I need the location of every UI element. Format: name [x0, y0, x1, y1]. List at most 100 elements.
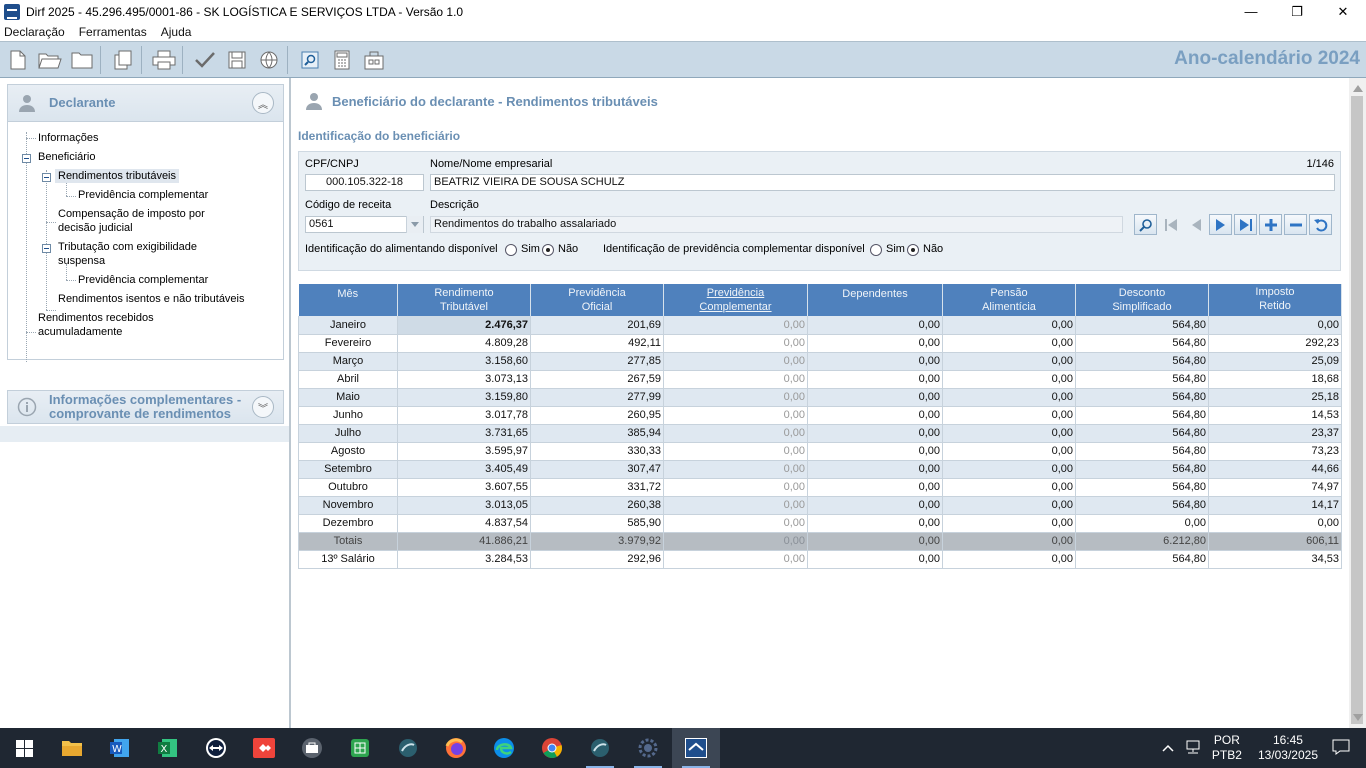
tree-item-previdencia-complementar-2[interactable]: Previdência complementar — [78, 273, 208, 287]
cell-pensao-alimenticia[interactable]: 0,00 — [942, 532, 1076, 551]
col-header-previdencia-complementar-link[interactable]: Previdência Complementar — [663, 284, 808, 316]
cpf-field[interactable]: 000.105.322-18 — [305, 174, 424, 191]
cell-desconto-simplificado[interactable]: 564,80 — [1075, 460, 1209, 479]
cell-previdencia-complementar[interactable]: 0,00 — [663, 370, 808, 389]
cell-previdencia-oficial[interactable]: 585,90 — [530, 514, 664, 533]
company-button[interactable] — [360, 46, 388, 74]
tree-item-rendimentos-tributaveis[interactable]: Rendimentos tributáveis — [55, 169, 180, 183]
taskbar-receita-app-2[interactable] — [576, 728, 624, 768]
cell-previdencia-oficial[interactable]: 277,85 — [530, 352, 664, 371]
notifications-button[interactable] — [1332, 739, 1350, 758]
expand-down-icon[interactable]: ︾ — [252, 396, 274, 418]
cell-imposto-retido[interactable]: 73,23 — [1208, 442, 1342, 461]
save-button[interactable] — [223, 46, 251, 74]
cell-dependentes[interactable]: 0,00 — [807, 550, 943, 569]
codigo-receita-select[interactable]: 0561 — [305, 216, 424, 233]
cell-rendimento-tributavel[interactable]: 3.405,49 — [397, 460, 531, 479]
cell-previdencia-oficial[interactable]: 292,96 — [530, 550, 664, 569]
taskbar-clock[interactable]: 16:45 13/03/2025 — [1258, 733, 1318, 763]
previdencia-sim-radio[interactable] — [870, 244, 882, 256]
cell-desconto-simplificado[interactable]: 564,80 — [1075, 478, 1209, 497]
cell-dependentes[interactable]: 0,00 — [807, 514, 943, 533]
cell-previdencia-oficial[interactable]: 260,95 — [530, 406, 664, 425]
tree-collapse-icon[interactable] — [42, 173, 51, 182]
taskbar-edge[interactable] — [480, 728, 528, 768]
cell-previdencia-complementar[interactable]: 0,00 — [663, 550, 808, 569]
cell-previdencia-oficial[interactable]: 3.979,92 — [530, 532, 664, 551]
cell-previdencia-oficial[interactable]: 330,33 — [530, 442, 664, 461]
cell-desconto-simplificado[interactable]: 564,80 — [1075, 424, 1209, 443]
cell-pensao-alimenticia[interactable]: 0,00 — [942, 370, 1076, 389]
open-declaration-button[interactable] — [36, 46, 64, 74]
cell-desconto-simplificado[interactable]: 564,80 — [1075, 550, 1209, 569]
cell-previdencia-oficial[interactable]: 277,99 — [530, 388, 664, 407]
cell-previdencia-oficial[interactable]: 331,72 — [530, 478, 664, 497]
cell-pensao-alimenticia[interactable]: 0,00 — [942, 514, 1076, 533]
start-button[interactable] — [0, 728, 48, 768]
tree-collapse-icon[interactable] — [22, 154, 31, 163]
nome-field[interactable]: BEATRIZ VIEIRA DE SOUSA SCHULZ — [430, 174, 1335, 191]
cell-pensao-alimenticia[interactable]: 0,00 — [942, 424, 1076, 443]
cell-rendimento-tributavel[interactable]: 3.158,60 — [397, 352, 531, 371]
cell-rendimento-tributavel[interactable]: 3.013,05 — [397, 496, 531, 515]
taskbar-dirf-app[interactable] — [672, 728, 720, 768]
cell-pensao-alimenticia[interactable]: 0,00 — [942, 496, 1076, 515]
cell-previdencia-complementar[interactable]: 0,00 — [663, 316, 808, 335]
cell-pensao-alimenticia[interactable]: 0,00 — [942, 406, 1076, 425]
collapse-up-icon[interactable]: ︽ — [252, 92, 274, 114]
cell-desconto-simplificado[interactable]: 564,80 — [1075, 406, 1209, 425]
cell-imposto-retido[interactable]: 34,53 — [1208, 550, 1342, 569]
cell-rendimento-tributavel[interactable]: 3.284,53 — [397, 550, 531, 569]
cell-dependentes[interactable]: 0,00 — [807, 316, 943, 335]
cell-imposto-retido[interactable]: 25,09 — [1208, 352, 1342, 371]
cell-previdencia-oficial[interactable]: 385,94 — [530, 424, 664, 443]
cell-imposto-retido[interactable]: 0,00 — [1208, 316, 1342, 335]
restore-button[interactable]: ❐ — [1274, 0, 1320, 23]
scrollbar-thumb[interactable] — [1351, 96, 1363, 724]
declarante-group-header[interactable]: Declarante ︽ — [7, 84, 284, 122]
search-button[interactable] — [296, 46, 324, 74]
scroll-up-icon[interactable] — [1353, 80, 1363, 92]
new-document-button[interactable] — [4, 46, 32, 74]
cell-imposto-retido[interactable]: 18,68 — [1208, 370, 1342, 389]
taskbar-file-explorer[interactable] — [48, 728, 96, 768]
cell-rendimento-tributavel[interactable]: 3.607,55 — [397, 478, 531, 497]
cell-pensao-alimenticia[interactable]: 0,00 — [942, 352, 1076, 371]
taskbar-excel[interactable]: X — [144, 728, 192, 768]
cell-rendimento-tributavel[interactable]: 41.886,21 — [397, 532, 531, 551]
cell-pensao-alimenticia[interactable]: 0,00 — [942, 388, 1076, 407]
cell-previdencia-oficial[interactable]: 267,59 — [530, 370, 664, 389]
cell-desconto-simplificado[interactable]: 564,80 — [1075, 496, 1209, 515]
folder-button[interactable] — [68, 46, 96, 74]
cell-previdencia-complementar[interactable]: 0,00 — [663, 496, 808, 515]
tree-collapse-icon[interactable] — [42, 244, 51, 253]
scroll-down-icon[interactable] — [1353, 714, 1363, 726]
cell-previdencia-complementar[interactable]: 0,00 — [663, 424, 808, 443]
cell-dependentes[interactable]: 0,00 — [807, 496, 943, 515]
cell-pensao-alimenticia[interactable]: 0,00 — [942, 316, 1076, 335]
taskbar-firefox[interactable] — [432, 728, 480, 768]
transmit-button[interactable] — [255, 46, 283, 74]
cell-imposto-retido[interactable]: 606,11 — [1208, 532, 1342, 551]
cell-imposto-retido[interactable]: 25,18 — [1208, 388, 1342, 407]
menu-ajuda[interactable]: Ajuda — [157, 25, 196, 39]
tree-item-informacoes[interactable]: Informações — [38, 131, 99, 145]
print-button[interactable] — [150, 46, 178, 74]
add-record-button[interactable] — [1259, 214, 1282, 235]
cell-desconto-simplificado[interactable]: 564,80 — [1075, 388, 1209, 407]
cell-dependentes[interactable]: 0,00 — [807, 388, 943, 407]
cell-previdencia-complementar[interactable]: 0,00 — [663, 460, 808, 479]
calculator-button[interactable] — [328, 46, 356, 74]
cell-desconto-simplificado[interactable]: 564,80 — [1075, 316, 1209, 335]
cell-pensao-alimenticia[interactable]: 0,00 — [942, 478, 1076, 497]
cell-rendimento-tributavel[interactable]: 3.159,80 — [397, 388, 531, 407]
cell-previdencia-oficial[interactable]: 307,47 — [530, 460, 664, 479]
cell-desconto-simplificado[interactable]: 564,80 — [1075, 370, 1209, 389]
cell-previdencia-complementar[interactable]: 0,00 — [663, 478, 808, 497]
taskbar-word[interactable]: W — [96, 728, 144, 768]
cell-pensao-alimenticia[interactable]: 0,00 — [942, 334, 1076, 353]
taskbar-receita-app-1[interactable] — [384, 728, 432, 768]
cell-dependentes[interactable]: 0,00 — [807, 424, 943, 443]
cell-dependentes[interactable]: 0,00 — [807, 460, 943, 479]
cell-imposto-retido[interactable]: 44,66 — [1208, 460, 1342, 479]
